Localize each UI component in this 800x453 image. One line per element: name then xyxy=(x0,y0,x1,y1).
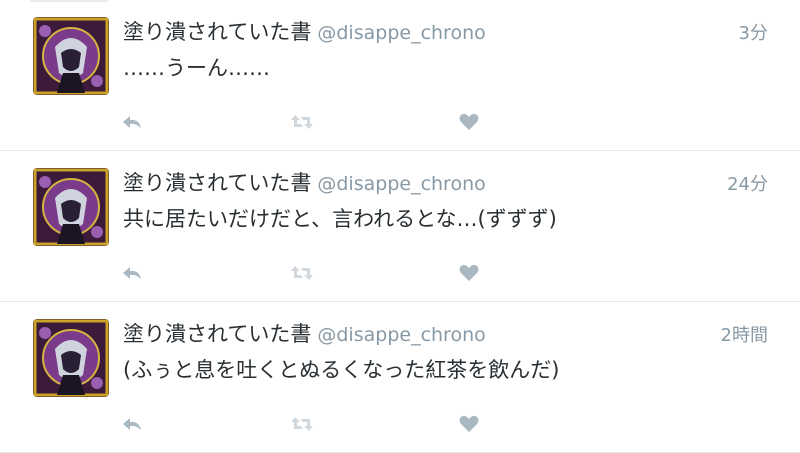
avatar[interactable] xyxy=(33,17,109,95)
avatar[interactable] xyxy=(33,319,109,397)
reply-icon[interactable] xyxy=(120,261,144,285)
display-name[interactable]: 塗り潰されていた書 xyxy=(123,16,311,46)
tweet-header: 塗り潰されていた書 @disappe_chrono xyxy=(123,167,486,197)
display-name[interactable]: 塗り潰されていた書 xyxy=(123,318,311,348)
tweet-text: 共に居たいだけだと、言われるとな…(ずずず) xyxy=(123,207,557,231)
tweet-text: (ふぅと息を吐くとぬるくなった紅茶を飲んだ) xyxy=(123,358,560,382)
tweet-item[interactable]: 塗り潰されていた書 @disappe_chrono 3分 ……うーん…… xyxy=(0,0,800,151)
like-heart-icon[interactable] xyxy=(457,261,481,285)
timestamp[interactable]: 2時間 xyxy=(721,321,768,347)
timestamp[interactable]: 3分 xyxy=(739,19,768,45)
tweet-header: 塗り潰されていた書 @disappe_chrono xyxy=(123,318,486,348)
reply-icon[interactable] xyxy=(120,412,144,436)
retweet-icon[interactable] xyxy=(290,412,314,436)
screen-name[interactable]: @disappe_chrono xyxy=(317,324,485,346)
reply-icon[interactable] xyxy=(120,110,144,134)
tweet-item[interactable]: 塗り潰されていた書 @disappe_chrono 24分 共に居たいだけだと、… xyxy=(0,151,800,302)
retweet-icon[interactable] xyxy=(290,261,314,285)
retweet-icon[interactable] xyxy=(290,110,314,134)
tweet-item[interactable]: 塗り潰されていた書 @disappe_chrono 2時間 (ふぅと息を吐くとぬ… xyxy=(0,302,800,453)
tweet-header: 塗り潰されていた書 @disappe_chrono xyxy=(123,16,486,46)
avatar[interactable] xyxy=(33,168,109,246)
screen-name[interactable]: @disappe_chrono xyxy=(317,22,485,44)
like-heart-icon[interactable] xyxy=(457,110,481,134)
like-heart-icon[interactable] xyxy=(457,412,481,436)
tweet-text: ……うーん…… xyxy=(123,56,270,80)
display-name[interactable]: 塗り潰されていた書 xyxy=(123,167,311,197)
screen-name[interactable]: @disappe_chrono xyxy=(317,173,485,195)
timestamp[interactable]: 24分 xyxy=(727,170,768,196)
